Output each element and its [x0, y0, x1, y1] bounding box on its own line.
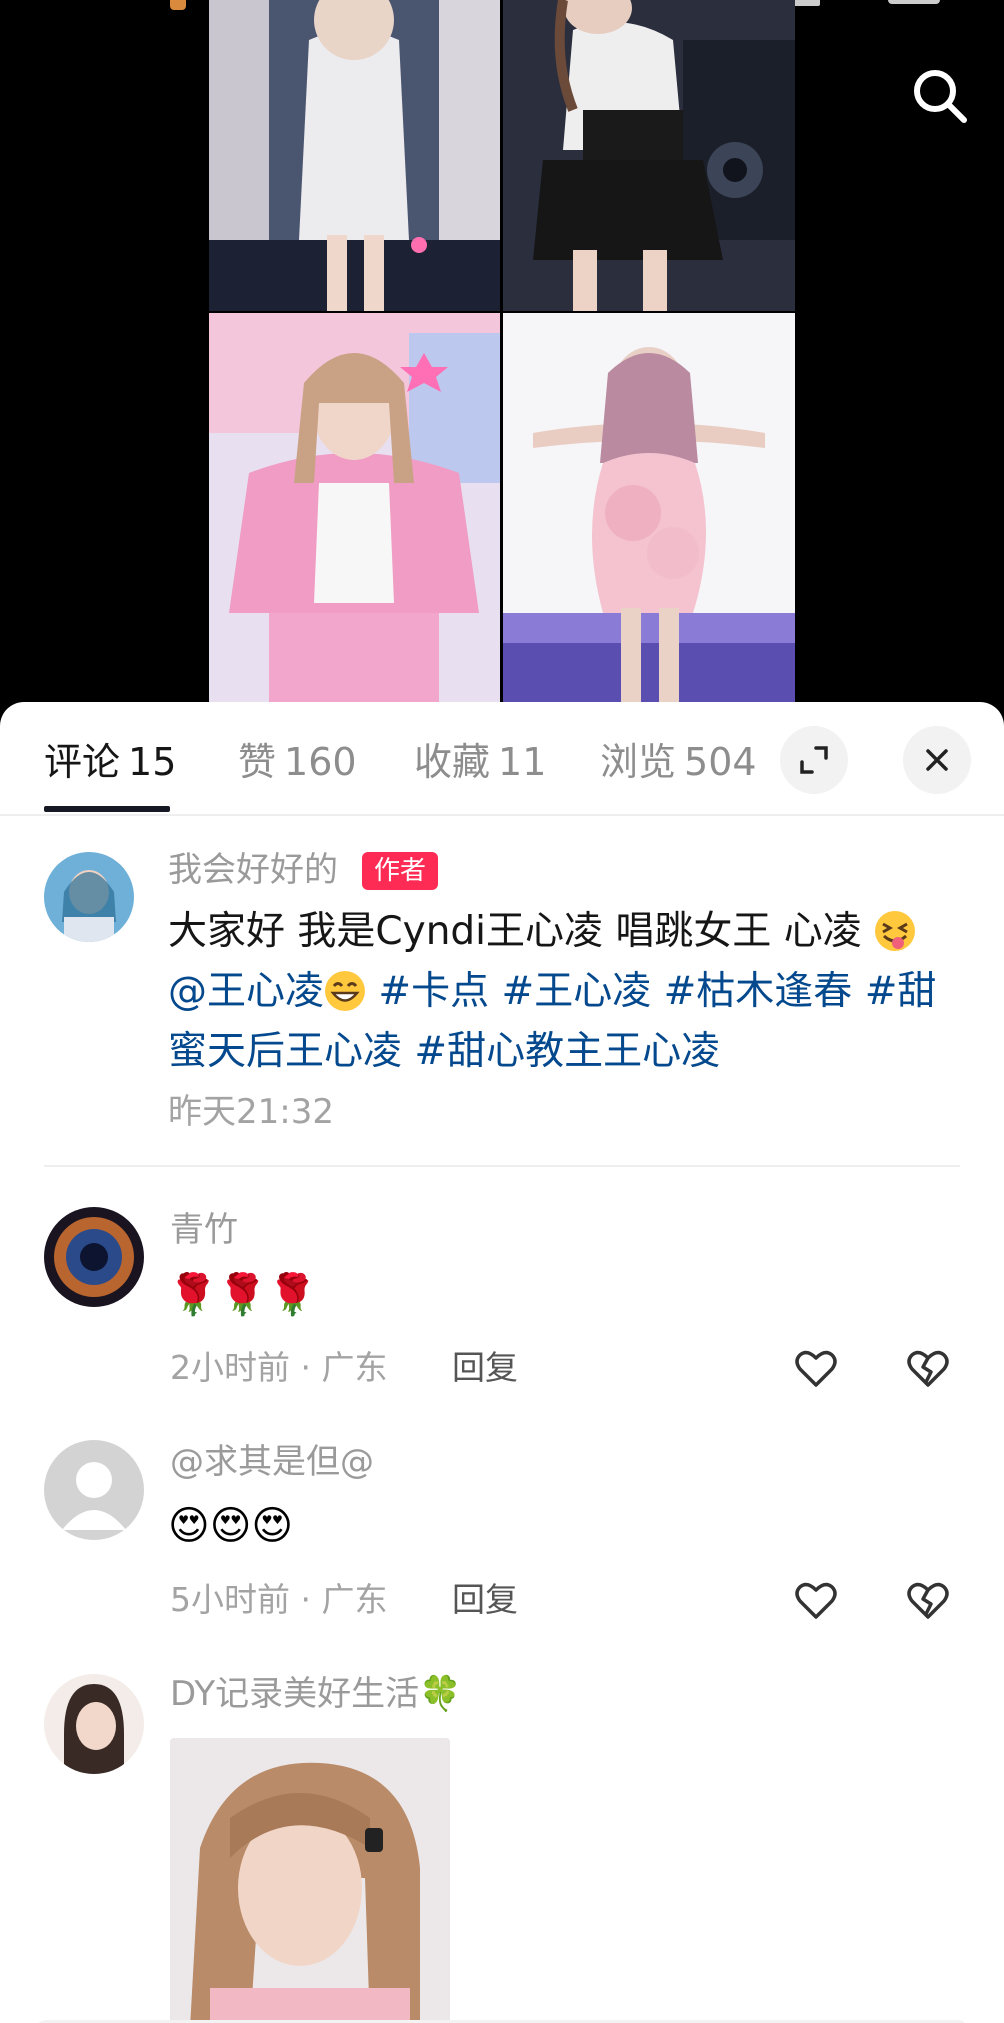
photo-grid[interactable]	[209, 0, 795, 704]
commenter-username[interactable]: DY记录美好生活🍀	[170, 1672, 461, 1716]
post-time: 昨天21:32	[168, 1092, 334, 1132]
tab-count: 15	[128, 740, 177, 784]
grin-emoji-icon	[325, 971, 366, 1011]
close-icon	[926, 749, 948, 771]
divider	[44, 1165, 960, 1167]
active-tab-indicator	[44, 806, 170, 812]
heart-icon	[795, 1350, 837, 1387]
comment-meta: 5小时前 · 广东	[170, 1580, 388, 1619]
broken-heart-icon	[907, 1582, 949, 1619]
tab-count: 504	[684, 740, 757, 784]
hashtag-link[interactable]: #卡点	[378, 969, 489, 1014]
hashtag-link[interactable]: #枯木逢春	[664, 969, 853, 1014]
tab-label: 评论	[44, 740, 121, 784]
heart-icon	[795, 1582, 837, 1619]
like-button[interactable]	[792, 1576, 840, 1624]
photo-tile-dark-skirt[interactable]	[503, 0, 795, 311]
battery-icon	[888, 0, 940, 4]
photo-collage-area	[0, 0, 1004, 710]
search-button[interactable]	[908, 64, 972, 128]
dislike-button[interactable]	[904, 1344, 952, 1392]
tab-count: 11	[498, 740, 547, 784]
author-avatar[interactable]	[44, 852, 134, 942]
comment-content: 😍😍😍	[168, 1503, 294, 1549]
comment-location: 广东	[321, 1580, 388, 1619]
author-username[interactable]: 我会好好的	[168, 848, 338, 892]
comment-location: 广东	[321, 1348, 388, 1387]
comment-time: 5小时前	[170, 1580, 290, 1619]
comment-meta: 2小时前 · 广东	[170, 1348, 388, 1387]
commenter-avatar[interactable]	[44, 1674, 144, 1774]
photo-tile-pink-jacket[interactable]	[209, 313, 500, 704]
post-text: 大家好 我是Cyndi王心凌 唱跳女王 心凌 @王心凌 #卡点 #王心凌 #枯木…	[168, 902, 958, 1082]
comment-time: 2小时前	[170, 1348, 290, 1387]
tab-favorites[interactable]: 收藏 11	[414, 738, 546, 786]
hashtag-link[interactable]: #王心凌	[502, 969, 652, 1014]
tab-likes[interactable]: 赞 160	[238, 738, 357, 786]
commenter-username[interactable]: @求其是但@	[170, 1440, 374, 1484]
commenter-avatar[interactable]	[44, 1440, 144, 1540]
tab-bar: 评论 15 赞 160 收藏 11 浏览 504	[0, 702, 1004, 816]
dislike-button[interactable]	[904, 1576, 952, 1624]
commenter-username[interactable]: 青竹	[170, 1208, 238, 1252]
tab-views[interactable]: 浏览 504	[600, 738, 757, 786]
like-button[interactable]	[792, 1344, 840, 1392]
comment-image[interactable]	[170, 1738, 450, 2023]
tab-label: 收藏	[414, 740, 491, 784]
tab-comments[interactable]: 评论 15	[44, 738, 176, 786]
author-badge: 作者	[362, 852, 439, 890]
search-icon	[914, 70, 967, 123]
post-intro: 大家好 我是Cyndi王心凌 唱跳女王 心凌	[168, 909, 862, 954]
tongue-wink-emoji-icon	[875, 911, 916, 951]
tab-count: 160	[284, 740, 357, 784]
hashtag-link[interactable]: #甜心教主王心凌	[414, 1029, 720, 1074]
expand-icon	[800, 746, 828, 774]
reply-button[interactable]: 回复	[452, 1346, 518, 1390]
comment-content: 🌹🌹🌹	[168, 1272, 318, 1318]
tab-label: 浏览	[600, 740, 677, 784]
photo-tile-ruffle-dress[interactable]	[503, 313, 795, 704]
broken-heart-icon	[907, 1350, 949, 1387]
mention-link[interactable]: @王心凌	[168, 969, 324, 1014]
status-app-icon	[170, 0, 186, 10]
expand-button[interactable]	[780, 726, 848, 794]
comments-sheet: 评论 15 赞 160 收藏 11 浏览 504 我会好好的 作者 大家好 我是…	[0, 702, 1004, 2023]
reply-button[interactable]: 回复	[452, 1578, 518, 1622]
close-button[interactable]	[903, 726, 971, 794]
tab-label: 赞	[238, 740, 277, 784]
commenter-avatar[interactable]	[44, 1207, 144, 1307]
photo-tile-white-dress[interactable]	[209, 0, 500, 311]
